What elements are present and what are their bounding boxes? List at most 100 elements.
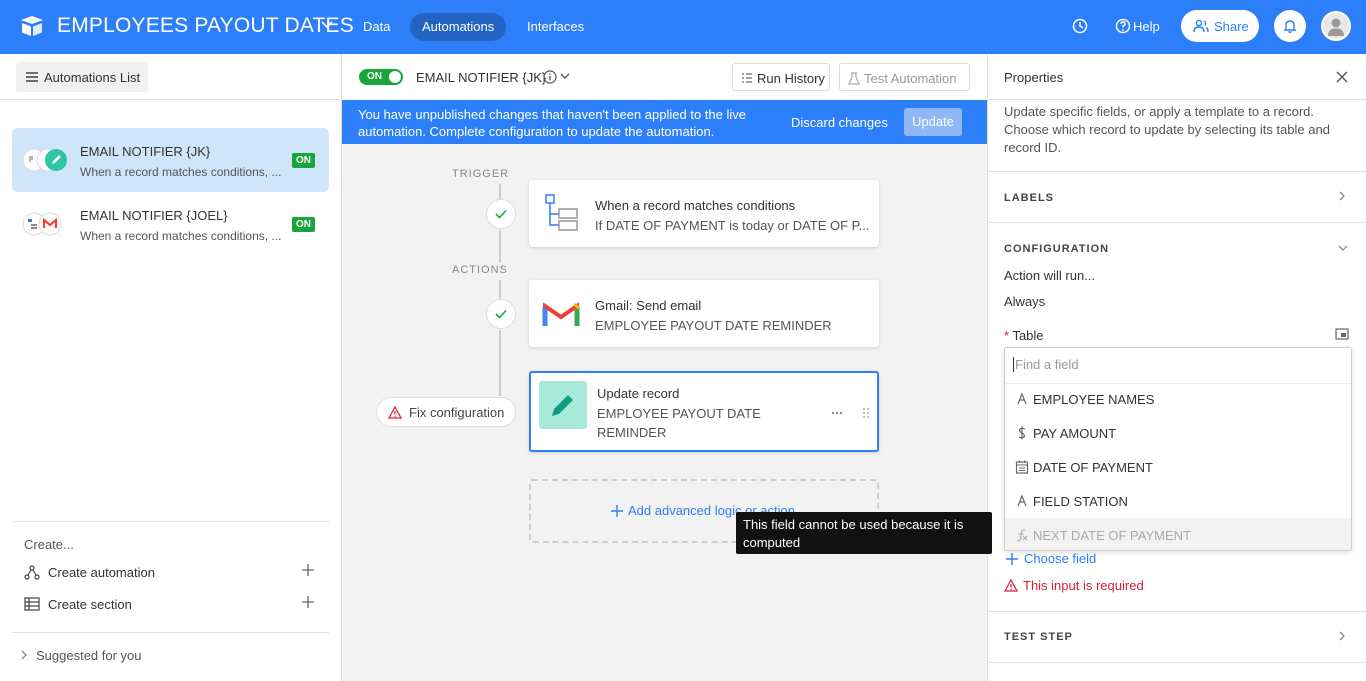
gmail-action-card[interactable]: Gmail: Send email EMPLOYEE PAYOUT DATE R… <box>529 280 879 347</box>
chevron-right-icon[interactable] <box>1338 631 1346 641</box>
field-dropdown: EMPLOYEE NAMES PAY AMOUNT DATE OF PAYMEN… <box>1004 347 1352 551</box>
menu-icon <box>26 72 38 82</box>
create-section-label: Create section <box>48 597 132 612</box>
field-search-input[interactable] <box>1013 357 1333 372</box>
update-record-icon <box>539 381 587 429</box>
pencil-icon <box>552 395 573 416</box>
bell-icon <box>1283 20 1297 33</box>
text-field-icon <box>1017 494 1027 507</box>
update-record-subtitle-2: REMINDER <box>597 425 667 440</box>
gmail-action-subtitle: EMPLOYEE PAYOUT DATE REMINDER <box>595 318 832 333</box>
drag-handle-icon[interactable] <box>862 407 870 419</box>
close-icon[interactable] <box>1336 71 1348 83</box>
automation-icons <box>22 148 67 172</box>
section-icon <box>24 597 40 611</box>
base-title[interactable]: EMPLOYEES PAYOUT DATES <box>57 14 354 38</box>
required-message-text: This input is required <box>1023 578 1144 593</box>
plus-icon[interactable] <box>301 595 315 609</box>
date-field-icon <box>1015 460 1029 474</box>
update-record-title: Update record <box>597 386 680 401</box>
chevron-down-icon[interactable] <box>560 72 570 80</box>
automation-editor: ON EMAIL NOTIFIER {JK} Run History Test … <box>342 54 987 681</box>
field-option[interactable]: DATE OF PAYMENT <box>1005 450 1351 484</box>
user-icon <box>1328 18 1344 36</box>
automations-list-button[interactable]: Automations List <box>16 62 148 92</box>
help-link[interactable]: Help <box>1133 19 1160 34</box>
nav-automations[interactable]: Automations <box>410 13 507 41</box>
banner-message: You have unpublished changes that haven'… <box>358 107 746 139</box>
automation-toggle[interactable]: ON <box>359 69 403 85</box>
automation-title[interactable]: EMAIL NOTIFIER {JK} <box>416 70 546 85</box>
trigger-label: TRIGGER <box>452 168 510 180</box>
automation-item[interactable]: EMAIL NOTIFIER {JK} When a record matche… <box>12 128 329 192</box>
info-icon[interactable] <box>543 70 557 84</box>
user-avatar[interactable] <box>1321 11 1351 41</box>
notifications-button[interactable] <box>1274 10 1306 42</box>
flow-line <box>499 330 501 396</box>
automation-item[interactable]: EMAIL NOTIFIER {JOEL} When a record matc… <box>12 192 329 256</box>
field-option[interactable]: EMPLOYEE NAMES <box>1005 382 1351 416</box>
automations-sidebar: Automations List EMAIL NOTIFIER {JK} Whe… <box>0 54 342 681</box>
table-label: * Table <box>1004 328 1044 343</box>
trigger-card[interactable]: When a record matches conditions If DATE… <box>529 180 879 247</box>
field-option[interactable]: FIELD STATION <box>1005 484 1351 518</box>
divider <box>988 99 1366 100</box>
field-option-label: EMPLOYEE NAMES <box>1033 392 1155 407</box>
help-icon[interactable] <box>1114 17 1132 35</box>
toggle-label: ON <box>367 71 382 82</box>
plus-icon[interactable] <box>301 563 315 577</box>
more-icon[interactable] <box>831 411 843 415</box>
chevron-down-icon[interactable] <box>320 18 334 32</box>
field-option-disabled: NEXT DATE OF PAYMENT <box>1005 518 1351 550</box>
list-icon <box>742 73 752 83</box>
nav-data[interactable]: Data <box>351 13 402 41</box>
chevron-right-icon[interactable] <box>1338 191 1346 201</box>
test-automation-label: Test Automation <box>864 71 957 86</box>
check-icon <box>495 209 507 219</box>
configuration-section[interactable]: CONFIGURATION <box>1004 243 1109 255</box>
expand-icon[interactable] <box>1335 328 1349 340</box>
action-check <box>486 299 516 329</box>
flask-icon <box>848 72 860 85</box>
history-icon[interactable] <box>1071 17 1089 35</box>
flow-line <box>499 230 501 262</box>
create-automation-row[interactable]: Create automation <box>24 561 324 585</box>
people-icon <box>1193 19 1209 33</box>
trigger-subtitle: If DATE OF PAYMENT is today or DATE OF P… <box>595 218 870 233</box>
nav-interfaces[interactable]: Interfaces <box>515 13 596 41</box>
field-option[interactable]: PAY AMOUNT <box>1005 416 1351 450</box>
automation-description: When a record matches conditions, ... <box>80 165 282 179</box>
update-record-card[interactable]: Update record EMPLOYEE PAYOUT DATE REMIN… <box>529 371 879 452</box>
test-step-section[interactable]: TEST STEP <box>1004 631 1073 643</box>
gmail-icon <box>542 302 580 326</box>
formula-field-icon <box>1017 529 1028 542</box>
properties-description: Update specific fields, or apply a templ… <box>1004 104 1330 155</box>
discard-changes-button[interactable]: Discard changes <box>791 115 888 130</box>
divider <box>988 171 1366 172</box>
status-badge: ON <box>292 153 315 168</box>
status-badge: ON <box>292 217 315 232</box>
field-option-label: FIELD STATION <box>1033 494 1128 509</box>
labels-section[interactable]: LABELS <box>1004 192 1054 204</box>
gmail-action-title: Gmail: Send email <box>595 298 702 313</box>
chevron-down-icon[interactable] <box>1338 244 1348 252</box>
fix-configuration-button[interactable]: Fix configuration <box>376 397 516 427</box>
base-logo-icon[interactable] <box>20 15 44 37</box>
automation-description: When a record matches conditions, ... <box>80 229 282 243</box>
plus-icon <box>1006 553 1018 565</box>
field-option-label: PAY AMOUNT <box>1033 426 1117 441</box>
create-section-row[interactable]: Create section <box>24 593 324 617</box>
share-button[interactable]: Share <box>1181 10 1259 42</box>
create-label: Create... <box>24 537 74 552</box>
currency-field-icon <box>1018 426 1026 440</box>
text-field-icon <box>1017 392 1027 405</box>
test-automation-button[interactable]: Test Automation <box>839 63 970 91</box>
automations-list-label: Automations List <box>44 70 141 85</box>
choose-field-label: Choose field <box>1024 551 1097 566</box>
run-history-button[interactable]: Run History <box>732 63 830 91</box>
field-option-label: NEXT DATE OF PAYMENT <box>1033 528 1191 543</box>
fix-configuration-label: Fix configuration <box>409 405 505 420</box>
update-button[interactable]: Update <box>904 108 962 136</box>
toggle-knob <box>389 71 401 83</box>
trigger-title: When a record matches conditions <box>595 198 796 213</box>
